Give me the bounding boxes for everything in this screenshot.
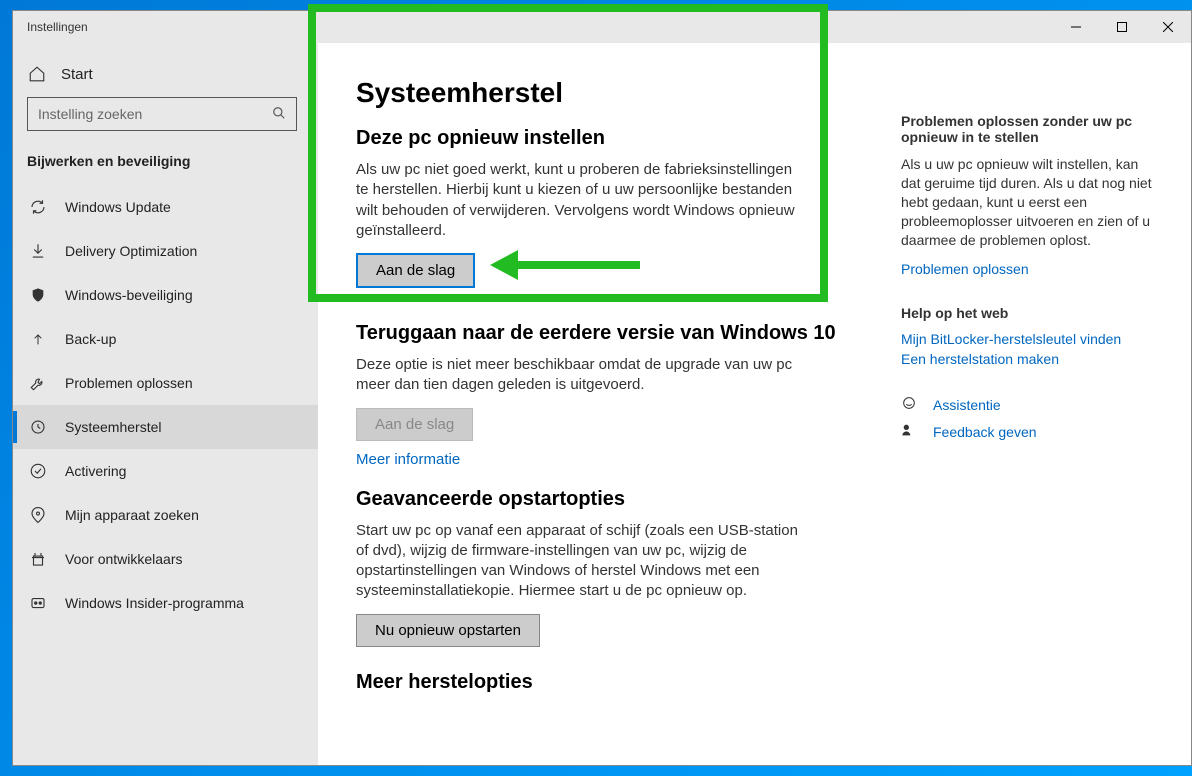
- content: Systeemherstel Deze pc opnieuw instellen…: [318, 63, 901, 765]
- advanced-section: Geavanceerde opstartopties Start uw pc o…: [356, 488, 871, 647]
- goback-section: Teruggaan naar de eerdere versie van Win…: [356, 322, 871, 468]
- sidebar-item-insider[interactable]: Windows Insider-programma: [13, 581, 318, 625]
- feedback-row[interactable]: Feedback geven: [901, 422, 1171, 441]
- sidebar-item-label: Delivery Optimization: [65, 243, 197, 259]
- assist-row[interactable]: Assistentie: [901, 395, 1171, 414]
- sidebar-item-delivery-optimization[interactable]: Delivery Optimization: [13, 229, 318, 273]
- feedback-link[interactable]: Feedback geven: [933, 424, 1037, 440]
- wrench-icon: [27, 374, 49, 392]
- sidebar-item-troubleshoot[interactable]: Problemen oplossen: [13, 361, 318, 405]
- home-icon: [27, 65, 47, 83]
- search-placeholder: Instelling zoeken: [38, 106, 142, 122]
- help-support: Assistentie Feedback geven: [901, 395, 1171, 441]
- category-label: Bijwerken en beveiliging: [13, 147, 318, 185]
- search-input[interactable]: Instelling zoeken: [27, 97, 297, 131]
- developer-icon: [27, 550, 49, 568]
- bitlocker-link[interactable]: Mijn BitLocker-herstelsleutel vinden: [901, 331, 1171, 347]
- home-button[interactable]: Start: [13, 59, 318, 97]
- more-section: Meer herstelopties: [356, 671, 871, 694]
- help-body: Als u uw pc opnieuw wilt instellen, kan …: [901, 155, 1161, 249]
- recovery-icon: [27, 418, 49, 436]
- feedback-icon: [901, 422, 919, 441]
- reset-heading: Deze pc opnieuw instellen: [356, 127, 871, 150]
- sidebar-item-label: Windows Update: [65, 199, 171, 215]
- sync-icon: [27, 198, 49, 216]
- advanced-body: Start uw pc op vanaf een apparaat of sch…: [356, 521, 806, 602]
- help-web: Help op het web Mijn BitLocker-herstelsl…: [901, 305, 1171, 367]
- check-icon: [27, 462, 49, 480]
- close-button[interactable]: [1145, 11, 1191, 43]
- support-icon: [901, 395, 919, 414]
- sidebar-item-activation[interactable]: Activering: [13, 449, 318, 493]
- search-icon: [272, 106, 286, 123]
- right-pane: Problemen oplossen zonder uw pc opnieuw …: [901, 63, 1191, 765]
- sidebar-item-label: Problemen oplossen: [65, 375, 193, 391]
- sidebar-item-developers[interactable]: Voor ontwikkelaars: [13, 537, 318, 581]
- minimize-button[interactable]: [1053, 11, 1099, 43]
- sidebar-item-label: Voor ontwikkelaars: [65, 551, 183, 567]
- titlebar: Instellingen: [13, 11, 1191, 43]
- goback-heading: Teruggaan naar de eerdere versie van Win…: [356, 322, 871, 345]
- recovery-drive-link[interactable]: Een herstelstation maken: [901, 351, 1171, 367]
- sidebar-item-label: Systeemherstel: [65, 419, 161, 435]
- more-heading: Meer herstelopties: [356, 671, 871, 694]
- reset-get-started-button[interactable]: Aan de slag: [356, 253, 475, 288]
- window-title: Instellingen: [27, 20, 88, 34]
- sidebar-item-label: Back-up: [65, 331, 116, 347]
- settings-window: Instellingen Start Instelling zoeken: [12, 10, 1192, 766]
- web-heading: Help op het web: [901, 305, 1171, 321]
- advanced-restart-button[interactable]: Nu opnieuw opstarten: [356, 614, 540, 647]
- shield-icon: [27, 286, 49, 304]
- main-area: Systeemherstel Deze pc opnieuw instellen…: [318, 43, 1191, 765]
- window-controls: [1053, 11, 1191, 43]
- home-label: Start: [61, 66, 93, 83]
- reset-pc-section: Deze pc opnieuw instellen Als uw pc niet…: [356, 127, 871, 288]
- goback-button: Aan de slag: [356, 408, 473, 441]
- insider-icon: [27, 594, 49, 612]
- sidebar-item-label: Windows-beveiliging: [65, 287, 193, 303]
- advanced-heading: Geavanceerde opstartopties: [356, 488, 871, 511]
- page-title: Systeemherstel: [356, 77, 871, 109]
- maximize-button[interactable]: [1099, 11, 1145, 43]
- help-troubleshoot: Problemen oplossen zonder uw pc opnieuw …: [901, 113, 1171, 277]
- sidebar-item-label: Mijn apparaat zoeken: [65, 507, 199, 523]
- sidebar-item-windows-security[interactable]: Windows-beveiliging: [13, 273, 318, 317]
- sidebar-item-find-device[interactable]: Mijn apparaat zoeken: [13, 493, 318, 537]
- help-heading: Problemen oplossen zonder uw pc opnieuw …: [901, 113, 1171, 145]
- download-icon: [27, 242, 49, 260]
- sidebar-item-backup[interactable]: Back-up: [13, 317, 318, 361]
- reset-body: Als uw pc niet goed werkt, kunt u prober…: [356, 160, 806, 241]
- assist-link[interactable]: Assistentie: [933, 397, 1001, 413]
- sidebar-item-label: Windows Insider-programma: [65, 595, 244, 611]
- backup-icon: [27, 330, 49, 348]
- goback-body: Deze optie is niet meer beschikbaar omda…: [356, 355, 806, 396]
- nav-list: Windows Update Delivery Optimization Win…: [13, 185, 318, 625]
- sidebar-item-label: Activering: [65, 463, 126, 479]
- sidebar: Start Instelling zoeken Bijwerken en bev…: [13, 43, 318, 765]
- sidebar-item-recovery[interactable]: Systeemherstel: [13, 405, 318, 449]
- troubleshoot-link[interactable]: Problemen oplossen: [901, 261, 1171, 277]
- goback-learn-more-link[interactable]: Meer informatie: [356, 451, 871, 468]
- sidebar-item-windows-update[interactable]: Windows Update: [13, 185, 318, 229]
- location-icon: [27, 506, 49, 524]
